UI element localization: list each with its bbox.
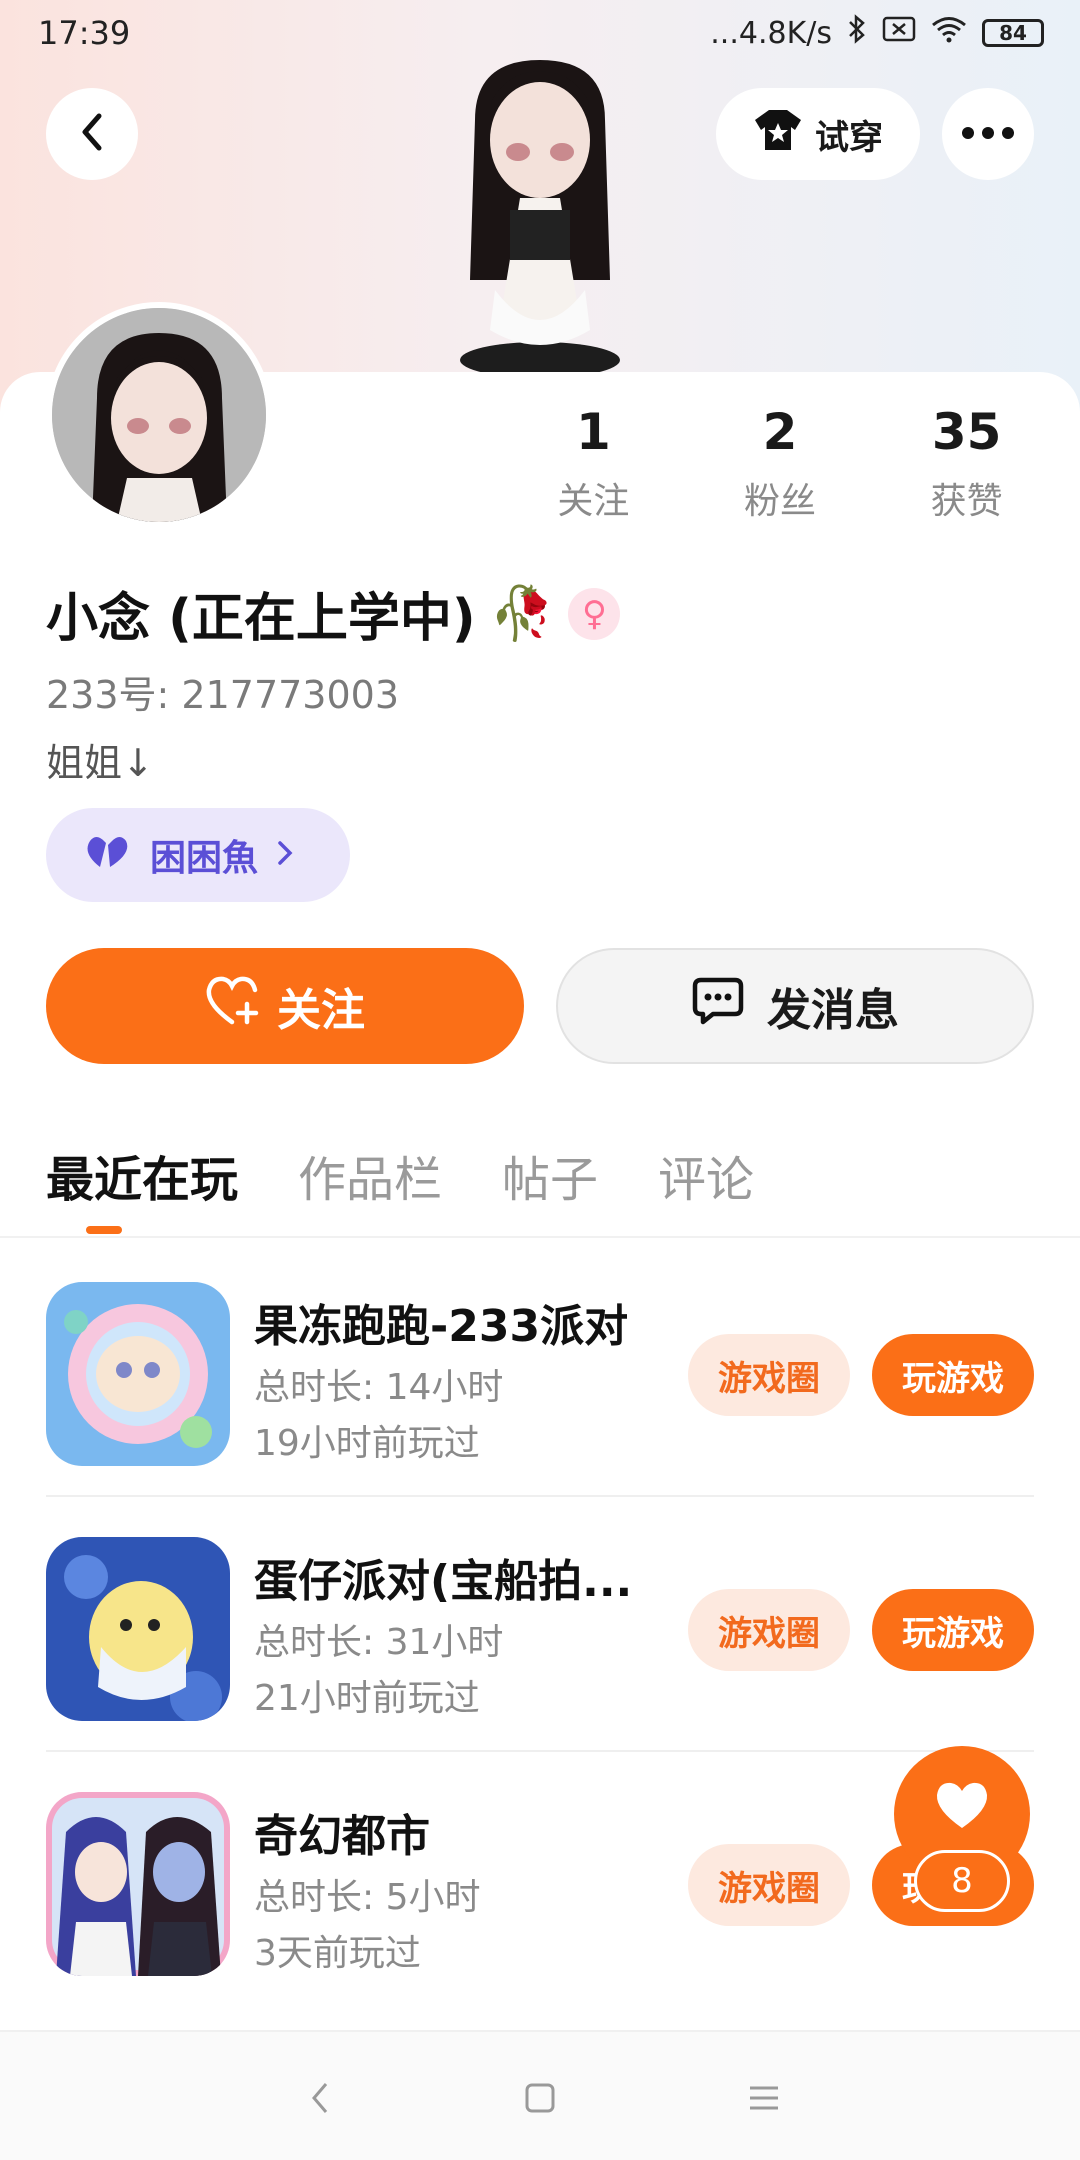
game-icon-jelly-run[interactable]	[46, 1282, 230, 1466]
wilted-rose-icon: 🥀	[489, 584, 555, 644]
nickname: 小念 (正在上学中)	[46, 589, 476, 649]
avatar[interactable]	[46, 302, 272, 528]
game-name: 蛋仔派对(宝船拍...	[254, 1556, 633, 1607]
nav-back-button[interactable]	[290, 2070, 350, 2130]
nav-back-icon	[308, 2080, 332, 2120]
battery-icon: 84	[982, 19, 1044, 47]
game-last-played: 3天前玩过	[254, 1933, 421, 1974]
stat-value: 35	[931, 403, 1002, 461]
message-label: 发消息	[767, 985, 899, 1036]
nav-menu-icon	[748, 2084, 780, 2116]
tab-recently-played[interactable]: 最近在玩	[46, 1140, 238, 1210]
stat-value: 1	[575, 403, 611, 461]
tab-works[interactable]: 作品栏	[298, 1140, 442, 1210]
play-game-button[interactable]: 玩游戏	[872, 1334, 1034, 1416]
stat-value: 2	[762, 403, 798, 461]
chat-bubble-icon	[691, 976, 745, 1037]
heart-plus-icon	[205, 976, 259, 1037]
bio: 姐姐↓	[46, 741, 154, 785]
profile-tabs: 最近在玩 作品栏 帖子 评论	[46, 1140, 754, 1210]
status-bar: 17:39 ...4.8K/s 84	[0, 0, 1080, 66]
nav-home-button[interactable]	[510, 2070, 570, 2130]
chevron-left-icon	[77, 112, 107, 156]
heart-icon	[934, 1780, 990, 1834]
tab-posts[interactable]: 帖子	[502, 1140, 598, 1210]
stat-label: 粉丝	[744, 481, 817, 522]
game-circle-button[interactable]: 游戏圈	[688, 1844, 850, 1926]
profile-screen: 17:39 ...4.8K/s 84 试穿 1 关注 2 粉丝 35 获赞 小念…	[0, 0, 1080, 2160]
stat-label: 关注	[557, 481, 630, 522]
game-last-played: 19小时前玩过	[254, 1423, 480, 1464]
stat-likes[interactable]: 35 获赞	[873, 400, 1060, 524]
game-circle-button[interactable]: 游戏圈	[688, 1334, 850, 1416]
status-icons: ...4.8K/s 84	[710, 14, 1044, 52]
stat-following[interactable]: 1 关注	[500, 400, 687, 524]
fan-tag-label: 困困魚	[150, 838, 259, 879]
wifi-icon	[930, 15, 968, 51]
nav-home-icon	[524, 2082, 556, 2118]
bluetooth-icon	[846, 14, 868, 52]
play-game-button[interactable]: 玩游戏	[872, 1589, 1034, 1671]
network-speed: ...4.8K/s	[710, 15, 832, 51]
female-gender-icon: ♀	[568, 587, 621, 640]
message-button[interactable]: 发消息	[556, 948, 1034, 1064]
status-time: 17:39	[38, 14, 131, 52]
game-duration: 总时长: 31小时	[254, 1622, 504, 1663]
game-circle-button[interactable]: 游戏圈	[688, 1589, 850, 1671]
profile-stats: 1 关注 2 粉丝 35 获赞	[500, 400, 1060, 524]
game-icon-fantasy-city[interactable]	[46, 1792, 230, 1976]
profile-name-row: 小念 (正在上学中) 🥀 ♀	[46, 576, 621, 651]
fan-tag-button[interactable]: 困困魚	[46, 808, 350, 902]
try-on-label: 试穿	[815, 117, 883, 158]
try-on-button[interactable]: 试穿	[716, 88, 920, 180]
follow-label: 关注	[277, 985, 365, 1036]
nav-menu-button[interactable]	[734, 2070, 794, 2130]
list-item[interactable]: 蛋仔派对(宝船拍... 总时长: 31小时 21小时前玩过 游戏圈 玩游戏	[0, 1495, 1080, 1750]
stat-label: 获赞	[930, 481, 1003, 522]
chevron-right-icon	[276, 835, 294, 876]
avatar-3d-figure[interactable]	[420, 60, 660, 380]
tab-active-indicator	[86, 1226, 122, 1234]
game-name: 果冻跑跑-233派对	[254, 1301, 629, 1352]
tab-comments[interactable]: 评论	[658, 1140, 754, 1210]
user-id: 233号: 217773003	[46, 673, 400, 717]
stat-followers[interactable]: 2 粉丝	[687, 400, 874, 524]
back-button[interactable]	[46, 88, 138, 180]
system-nav-bar	[0, 2030, 1080, 2160]
game-name: 奇幻都市	[254, 1811, 430, 1862]
game-duration: 总时长: 5小时	[254, 1877, 481, 1918]
follow-button[interactable]: 关注	[46, 948, 524, 1064]
sim-off-icon	[882, 15, 916, 51]
like-count-badge: 8	[914, 1850, 1010, 1912]
game-icon-eggy-party[interactable]	[46, 1537, 230, 1721]
list-item[interactable]: 果冻跑跑-233派对 总时长: 14小时 19小时前玩过 游戏圈 玩游戏	[0, 1240, 1080, 1495]
more-button[interactable]	[942, 88, 1034, 180]
game-last-played: 21小时前玩过	[254, 1678, 480, 1719]
more-dots-icon	[961, 125, 1015, 144]
heart-pair-icon	[86, 833, 132, 878]
tab-divider	[0, 1236, 1080, 1238]
tshirt-icon	[753, 108, 803, 161]
game-duration: 总时长: 14小时	[254, 1367, 504, 1408]
